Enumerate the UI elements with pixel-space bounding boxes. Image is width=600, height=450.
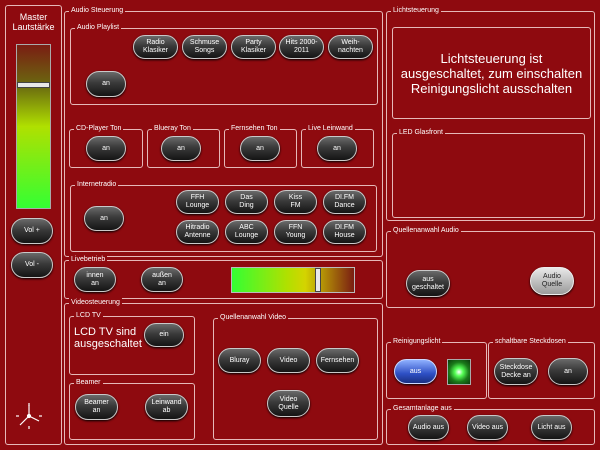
live-inside-button[interactable]: innen an bbox=[74, 267, 116, 292]
playlist-button[interactable]: Hits 2000- 2011 bbox=[279, 35, 324, 59]
video-panel: Videosteuerung LCD TV LCD TV sind ausges… bbox=[64, 297, 383, 445]
audio-source-panel: Quellenanwahl Audio aus geschaltet Audio… bbox=[386, 225, 595, 308]
video-source-button[interactable]: Video bbox=[267, 348, 310, 373]
playlist-button[interactable]: Party Klasiker bbox=[231, 35, 276, 59]
radio-station-button[interactable]: Kiss FM bbox=[274, 190, 317, 214]
live-screen-panel: Live Leinwand an bbox=[301, 123, 374, 168]
bluray-on-button[interactable]: an bbox=[161, 136, 201, 161]
light-status-box: Lichtsteuerung ist ausgeschaltet, zum ei… bbox=[392, 27, 591, 119]
playlist-on-button[interactable]: an bbox=[86, 71, 126, 97]
audio-source-title: Quellenanwahl Audio bbox=[391, 225, 461, 237]
live-level-slider[interactable] bbox=[231, 267, 355, 293]
master-volume-slider[interactable] bbox=[16, 44, 51, 209]
light-panel: Lichtsteuerung Lichtsteuerung ist ausges… bbox=[386, 5, 595, 221]
radio-station-button[interactable]: FFH Lounge bbox=[176, 190, 219, 214]
lcd-tv-panel: LCD TV LCD TV sind ausgeschaltet ein bbox=[69, 310, 195, 375]
sockets-title: schaltbare Steckdosen bbox=[493, 336, 568, 348]
audio-panel: Audio Steuerung Audio Playlist Radio Kla… bbox=[64, 5, 383, 257]
lcd-tv-title: LCD TV bbox=[74, 310, 103, 322]
cd-player-title: CD-Player Ton bbox=[74, 123, 124, 135]
audio-off-button[interactable]: Audio aus bbox=[408, 415, 449, 440]
cd-player-on-button[interactable]: an bbox=[86, 136, 126, 161]
radio-station-button[interactable]: DI.FM Dance bbox=[323, 190, 366, 214]
led-glass-panel: LED Glasfront bbox=[392, 127, 585, 218]
radio-station-button[interactable]: Hitradio Antenne bbox=[176, 220, 219, 244]
clock-icon bbox=[16, 403, 42, 429]
video-off-button[interactable]: Video aus bbox=[467, 415, 508, 440]
live-screen-on-button[interactable]: an bbox=[317, 136, 357, 161]
video-source-button[interactable]: Bluray bbox=[218, 348, 261, 373]
vol-down-button[interactable]: Vol - bbox=[11, 252, 53, 278]
master-volume-handle[interactable] bbox=[17, 82, 50, 89]
video-source-button[interactable]: Video Quelle bbox=[267, 390, 310, 417]
bluray-title: Blueray Ton bbox=[152, 123, 193, 135]
beamer-panel: Beamer Beamer an Leinwand ab bbox=[69, 377, 195, 440]
master-panel: Master Lautstärke Vol + Vol - bbox=[5, 5, 62, 445]
ceiling-socket-button[interactable]: Steckdose Decke an bbox=[494, 358, 538, 385]
livebetrieb-panel: Livebetrieb innen an außen an bbox=[64, 254, 383, 299]
tv-sound-title: Fernsehen Ton bbox=[229, 123, 280, 135]
radio-station-button[interactable]: FFN Young bbox=[274, 220, 317, 244]
live-screen-title: Live Leinwand bbox=[306, 123, 355, 135]
radio-station-button[interactable]: ABC Lounge bbox=[225, 220, 268, 244]
audio-title: Audio Steuerung bbox=[69, 5, 126, 17]
socket-on-button[interactable]: an bbox=[548, 358, 588, 385]
live-level-handle[interactable] bbox=[314, 268, 321, 292]
livebetrieb-title: Livebetrieb bbox=[69, 254, 108, 266]
video-source-title: Quellenanwahl Video bbox=[218, 312, 289, 324]
beamer-on-button[interactable]: Beamer an bbox=[75, 394, 118, 420]
playlist-title: Audio Playlist bbox=[75, 22, 122, 34]
cleaning-light-title: Reinigungslicht bbox=[391, 336, 443, 348]
playlist-button[interactable]: Schmuse Songs bbox=[182, 35, 227, 59]
light-status-text: Lichtsteuerung ist ausgeschaltet, zum ei… bbox=[400, 50, 583, 96]
light-title: Lichtsteuerung bbox=[391, 5, 441, 17]
tv-sound-panel: Fernsehen Ton an bbox=[224, 123, 297, 168]
video-title: Videosteuerung bbox=[69, 297, 122, 309]
playlist-button[interactable]: Radio Klasiker bbox=[133, 35, 178, 59]
video-source-button[interactable]: Fernsehen bbox=[316, 348, 359, 373]
screen-down-button[interactable]: Leinwand ab bbox=[145, 394, 188, 420]
beamer-title: Beamer bbox=[74, 377, 103, 389]
playlist-button[interactable]: Weih- nachten bbox=[328, 35, 373, 59]
radio-station-button[interactable]: DI.FM House bbox=[323, 220, 366, 244]
internetradio-on-button[interactable]: an bbox=[84, 206, 124, 231]
lcd-tv-on-button[interactable]: ein bbox=[144, 323, 184, 347]
system-off-title: Gesamtanlage aus bbox=[391, 403, 454, 415]
lcd-tv-status: LCD TV sind ausgeschaltet bbox=[74, 326, 142, 350]
light-off-button[interactable]: Licht aus bbox=[531, 415, 572, 440]
audio-source-button[interactable]: Audio Quelle bbox=[530, 267, 574, 295]
system-off-panel: Gesamtanlage aus Audio aus Video aus Lic… bbox=[386, 403, 595, 445]
cd-player-panel: CD-Player Ton an bbox=[69, 123, 143, 168]
bluray-panel: Blueray Ton an bbox=[147, 123, 220, 168]
led-glass-title: LED Glasfront bbox=[397, 127, 445, 139]
playlist-panel: Audio Playlist Radio Klasiker Schmuse So… bbox=[70, 22, 378, 105]
internetradio-panel: Internetradio an FFH Lounge Das Ding Kis… bbox=[70, 179, 377, 252]
cleaning-light-panel: Reinigungslicht aus bbox=[386, 336, 487, 399]
radio-station-button[interactable]: Das Ding bbox=[225, 190, 268, 214]
sockets-panel: schaltbare Steckdosen Steckdose Decke an… bbox=[488, 336, 595, 399]
tv-sound-on-button[interactable]: an bbox=[240, 136, 280, 161]
cleaning-light-indicator bbox=[447, 359, 471, 385]
master-title: Master Lautstärke bbox=[12, 12, 55, 32]
audio-source-off-button[interactable]: aus geschaltet bbox=[406, 270, 450, 297]
video-source-panel: Quellenanwahl Video Bluray Video Fernseh… bbox=[213, 312, 378, 440]
cleaning-light-off-button[interactable]: aus bbox=[394, 359, 437, 384]
internetradio-title: Internetradio bbox=[75, 179, 119, 191]
vol-up-button[interactable]: Vol + bbox=[11, 218, 53, 244]
live-outside-button[interactable]: außen an bbox=[141, 267, 183, 292]
